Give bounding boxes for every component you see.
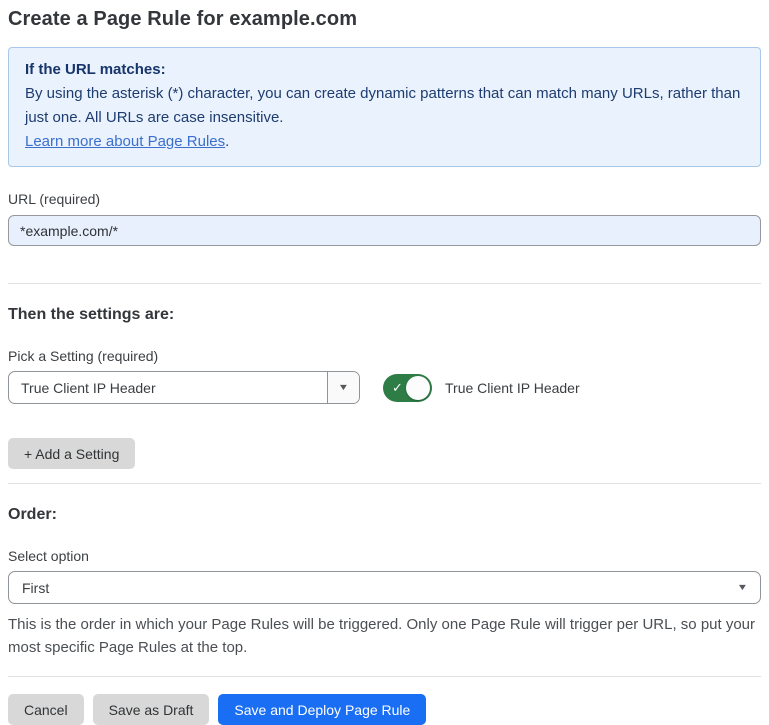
toggle-knob: [406, 376, 430, 400]
settings-section-heading: Then the settings are:: [8, 306, 761, 324]
url-match-info-box: If the URL matches: By using the asteris…: [8, 47, 761, 167]
dropdown-arrow-button[interactable]: ▼: [327, 372, 359, 403]
order-help-text: This is the order in which your Page Rul…: [8, 613, 761, 659]
url-label: URL (required): [8, 191, 761, 207]
create-page-rule-panel: Create a Page Rule for example.com If th…: [0, 0, 769, 725]
check-icon: ✓: [392, 380, 403, 396]
order-select[interactable]: First ▼: [8, 571, 761, 604]
toggle-label: True Client IP Header: [445, 380, 580, 396]
url-input[interactable]: [8, 215, 761, 246]
add-setting-button[interactable]: + Add a Setting: [8, 438, 135, 469]
setting-dropdown-value: True Client IP Header: [9, 372, 327, 403]
caret-down-icon: ▼: [338, 383, 350, 392]
select-option-label: Select option: [8, 548, 761, 564]
divider: [8, 483, 761, 484]
divider: [8, 283, 761, 284]
info-box-text: By using the asterisk (*) character, you…: [25, 85, 740, 126]
divider: [8, 676, 761, 677]
setting-row: True Client IP Header ▼ ✓ True Client IP…: [8, 371, 761, 404]
info-box-body: By using the asterisk (*) character, you…: [25, 82, 744, 154]
order-section-heading: Order:: [8, 506, 761, 524]
info-box-heading: If the URL matches:: [25, 58, 744, 82]
setting-dropdown[interactable]: True Client IP Header ▼: [8, 371, 360, 404]
save-as-draft-button[interactable]: Save as Draft: [93, 694, 210, 725]
save-and-deploy-button[interactable]: Save and Deploy Page Rule: [218, 694, 426, 725]
setting-toggle[interactable]: ✓: [383, 374, 432, 402]
page-title: Create a Page Rule for example.com: [8, 8, 761, 31]
learn-more-link[interactable]: Learn more about Page Rules: [25, 133, 225, 150]
pick-setting-label: Pick a Setting (required): [8, 348, 761, 364]
order-select-value: First: [22, 580, 49, 596]
action-buttons: Cancel Save as Draft Save and Deploy Pag…: [8, 694, 761, 725]
cancel-button[interactable]: Cancel: [8, 694, 84, 725]
link-suffix: .: [225, 133, 229, 150]
caret-down-icon: ▼: [737, 583, 749, 592]
